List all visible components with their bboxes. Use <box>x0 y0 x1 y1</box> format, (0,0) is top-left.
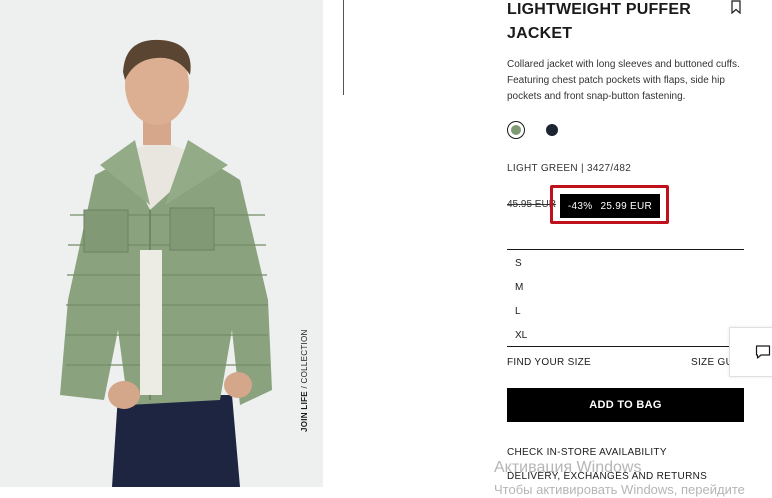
color-swatch-light-green[interactable] <box>507 121 525 139</box>
bookmark-icon[interactable] <box>729 0 743 14</box>
scroll-indicator[interactable] <box>343 0 344 95</box>
color-swatch-light-green-fill <box>511 125 521 135</box>
product-description: Collared jacket with long sleeves and bu… <box>507 59 740 102</box>
color-reference: LIGHT GREEN | 3427/482 <box>507 163 632 174</box>
chat-button[interactable] <box>729 327 772 377</box>
collection-caption-bold: JOIN LIFE <box>300 391 309 432</box>
product-photo[interactable]: JOIN LIFE / COLLECTION <box>0 0 323 487</box>
color-swatch-navy[interactable] <box>546 124 558 136</box>
add-to-bag-button[interactable]: ADD TO BAG <box>507 388 744 422</box>
check-store-availability-link[interactable]: CHECK IN-STORE AVAILABILITY <box>507 447 667 458</box>
collection-caption: JOIN LIFE / COLLECTION <box>300 329 309 432</box>
collection-caption-rest: / COLLECTION <box>300 329 309 392</box>
original-price: 45.95 EUR <box>507 199 556 210</box>
size-option-xl[interactable]: XL <box>515 330 527 341</box>
size-option-l[interactable]: L <box>515 306 521 317</box>
windows-activation-watermark: Активация Windows <box>494 459 642 476</box>
chat-icon <box>755 345 771 359</box>
size-selector: S M L XL <box>507 249 744 347</box>
size-option-s[interactable]: S <box>515 258 522 269</box>
windows-activation-subtext: Чтобы активировать Windows, перейдите <box>494 482 745 497</box>
product-title: LIGHTWEIGHT PUFFER JACKET <box>507 1 692 42</box>
size-option-m[interactable]: M <box>515 282 523 293</box>
annotation-highlight-box <box>550 185 669 224</box>
model-illustration <box>60 39 272 487</box>
find-your-size-link[interactable]: FIND YOUR SIZE <box>507 357 591 368</box>
size-guide-link[interactable]: SIZE GUIDE <box>691 357 731 368</box>
